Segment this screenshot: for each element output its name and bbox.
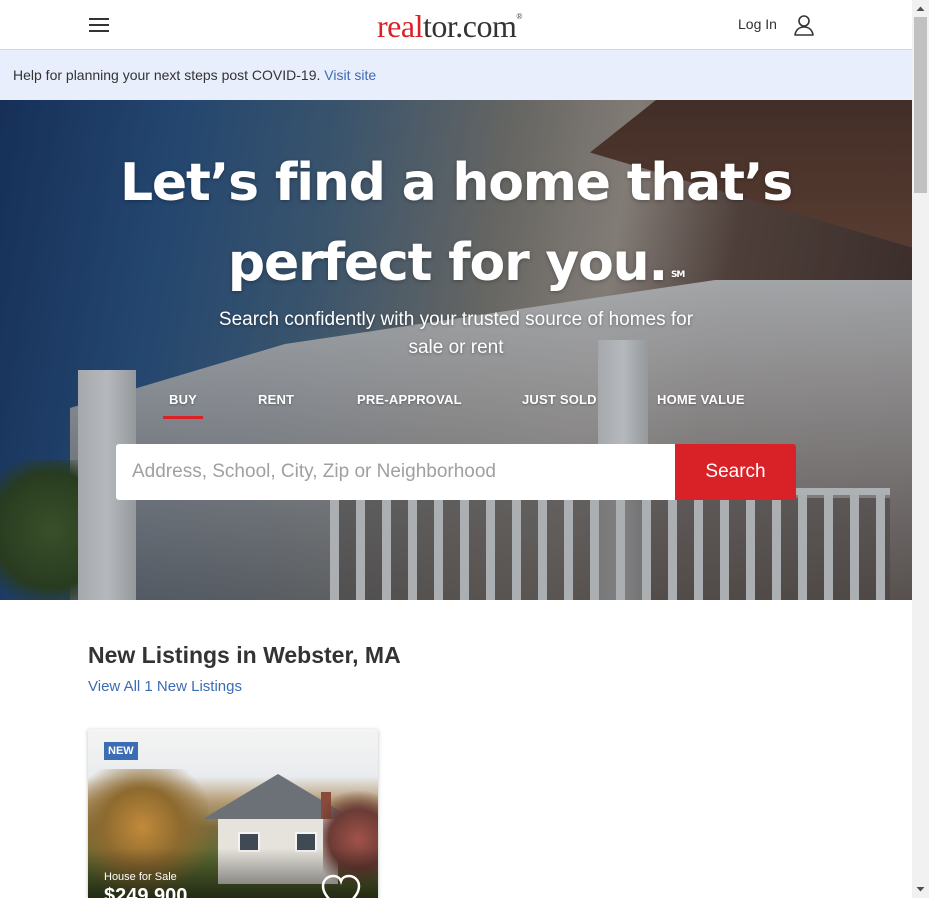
scroll-down-arrow-icon[interactable]	[912, 881, 929, 898]
hamburger-menu-icon[interactable]	[88, 15, 112, 35]
tab-pre-approval[interactable]: PRE-APPROVAL	[357, 392, 462, 407]
hero-title-line2-text: perfect for you.	[227, 233, 668, 293]
hero-subtitle: Search confidently with your trusted sou…	[218, 309, 694, 358]
vertical-scrollbar[interactable]	[912, 0, 929, 898]
site-header: realtor.com® Log In	[0, 0, 912, 50]
login-link[interactable]: Log In	[738, 16, 777, 32]
realtor-logo[interactable]: realtor.com®	[377, 8, 522, 45]
hero-title-line2: perfect for you. SM	[0, 223, 912, 303]
visit-site-link[interactable]: Visit site	[324, 67, 376, 83]
covid-notice-bar: Help for planning your next steps post C…	[0, 50, 912, 100]
hero-title: Let’s find a home that’s perfect for you…	[0, 143, 912, 303]
listing-price: $249,900	[104, 885, 188, 898]
view-all-listings-link[interactable]: View All 1 New Listings	[88, 678, 242, 695]
hero-title-line1: Let’s find a home that’s	[119, 153, 793, 213]
new-listings-heading: New Listings in Webster, MA	[88, 642, 401, 668]
heart-icon[interactable]	[320, 873, 362, 898]
notice-text: Help for planning your next steps post C…	[13, 67, 321, 83]
tab-home-value[interactable]: HOME VALUE	[657, 392, 745, 407]
search-input[interactable]: Address, School, City, Zip or Neighborho…	[116, 444, 675, 500]
search-button[interactable]: Search	[675, 444, 796, 500]
tab-just-sold[interactable]: JUST SOLD	[522, 392, 597, 407]
scrollbar-thumb[interactable]	[914, 17, 927, 193]
listing-type: House for Sale	[104, 871, 177, 883]
logo-red-text: real	[377, 8, 423, 44]
tab-buy[interactable]: BUY	[162, 392, 204, 419]
new-badge: NEW	[104, 742, 138, 760]
logo-dark-text: tor.com	[422, 8, 517, 44]
user-icon[interactable]	[792, 13, 816, 37]
logo-registered-mark: ®	[516, 12, 522, 21]
service-mark: SM	[671, 270, 685, 280]
search-type-tabs: BUY RENT PRE-APPROVAL JUST SOLD HOME VAL…	[0, 392, 912, 422]
listing-card[interactable]: NEW House for Sale $249,900	[88, 729, 378, 898]
tab-rent[interactable]: RENT	[258, 392, 294, 407]
scroll-up-arrow-icon[interactable]	[912, 0, 929, 17]
